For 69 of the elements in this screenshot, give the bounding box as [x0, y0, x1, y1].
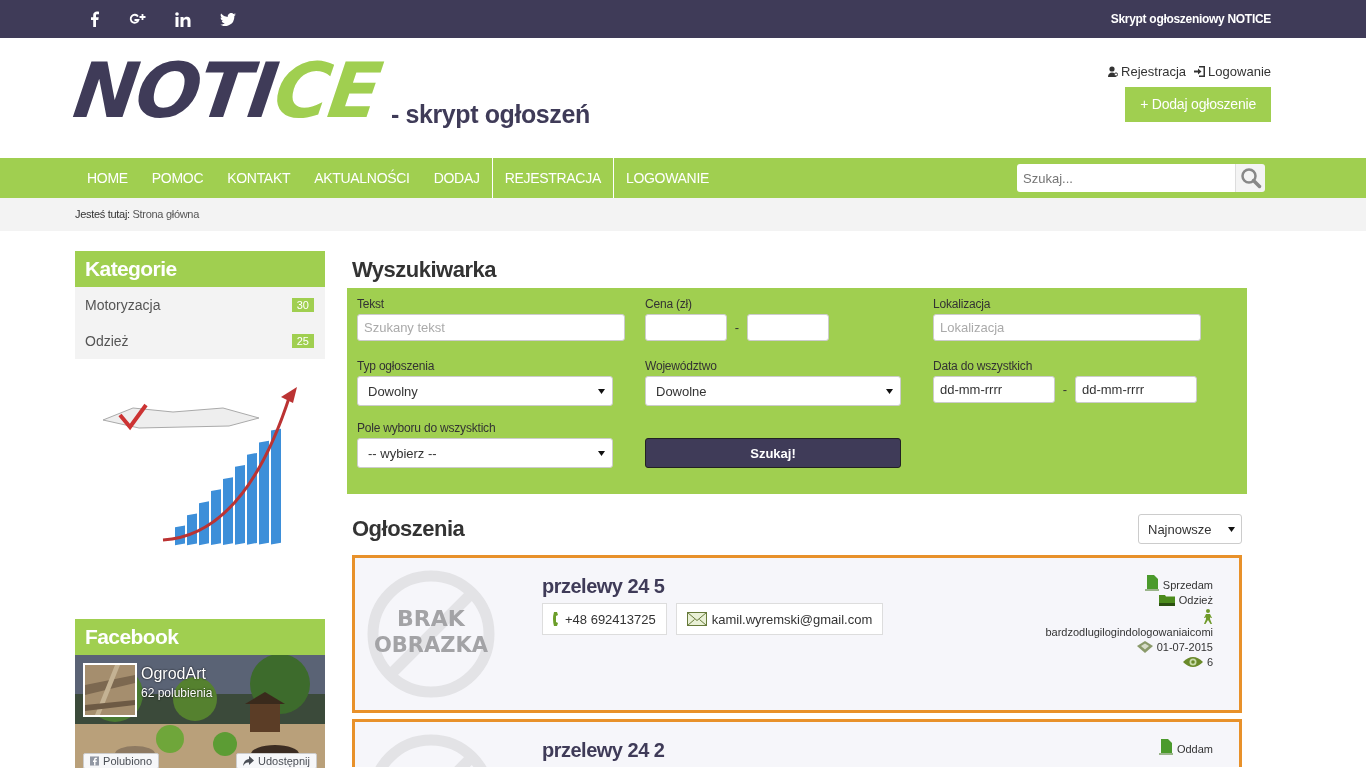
- tagline: - skrypt ogłoszeń: [391, 100, 590, 129]
- date-field[interactable]: dd-mm-rrrr: [1075, 376, 1197, 403]
- dropdown[interactable]: -- wybierz --: [357, 438, 613, 468]
- date-field[interactable]: dd-mm-rrrr: [933, 376, 1055, 403]
- price-to-field[interactable]: [747, 314, 829, 341]
- sign-in-icon: [1194, 66, 1206, 77]
- listing-title[interactable]: przelewy 24 2: [542, 739, 665, 761]
- eye-icon: [1182, 656, 1203, 668]
- linkedin-icon[interactable]: [175, 11, 191, 27]
- listing-title[interactable]: przelewy 24 5: [542, 575, 665, 597]
- facebook-heading: Facebook: [75, 619, 325, 655]
- listing-type: Sprzedam: [1162, 579, 1213, 591]
- search-button[interactable]: Szukaj!: [645, 438, 901, 468]
- listing-user[interactable]: bardzodlugilogindologowaniaicomi: [1045, 626, 1213, 638]
- facebook-icon[interactable]: [90, 11, 99, 27]
- search-field[interactable]: Szukaj...: [1017, 164, 1235, 192]
- breadcrumb-label: Jesteś tutaj:: [75, 208, 130, 220]
- field-label: Województwo: [645, 359, 718, 375]
- count-badge: 25: [291, 334, 314, 348]
- person-icon: [1203, 609, 1213, 624]
- price-from-field[interactable]: [645, 314, 727, 341]
- twitter-icon[interactable]: [220, 12, 236, 26]
- search-heading: Wyszukiwarka: [352, 257, 498, 283]
- envelope-icon: [686, 612, 707, 626]
- dropdown[interactable]: Dowolne: [645, 376, 901, 406]
- caret-icon: [886, 388, 893, 394]
- listing-card[interactable]: przelewy 24 2 Oddam: [352, 719, 1242, 767]
- site-name: Skrypt ogłoszeniowy NOTICE: [1110, 12, 1271, 26]
- listing-card[interactable]: BRAK OBRAZKA przelewy 24 5 +48 692413725 kamil.wyremski@gmail.com Sprzedam Odzież bardzodlugilogindologowaniaicomi 01-07-2015 6: [352, 555, 1242, 713]
- phone-icon: [553, 612, 560, 626]
- user-icon: [1108, 66, 1119, 77]
- category-item[interactable]: Odzież 25: [75, 323, 325, 359]
- search-icon: [1239, 167, 1262, 189]
- dropdown[interactable]: Dowolny: [357, 376, 613, 406]
- caret-icon: [1228, 526, 1235, 532]
- google-plus-icon[interactable]: [128, 11, 146, 27]
- text-field[interactable]: Lokalizacja: [933, 314, 1201, 341]
- categories-heading: Kategorie: [75, 251, 325, 287]
- view-count: 6: [1206, 656, 1213, 668]
- email-address[interactable]: kamil.wyremski@gmail.com: [675, 603, 884, 635]
- document-icon: [1158, 739, 1173, 755]
- category-item[interactable]: Motoryzacja 30: [75, 287, 325, 323]
- listing-type: Oddam: [1176, 743, 1213, 755]
- search-button[interactable]: [1235, 164, 1265, 192]
- text-field[interactable]: Szukany tekst: [357, 314, 625, 341]
- login-link[interactable]: Logowanie: [1194, 64, 1271, 79]
- range-dash: -: [1061, 382, 1069, 397]
- register-link[interactable]: Rejestracja: [1108, 64, 1187, 79]
- field-label: Pole wyboru do wszysktich: [357, 421, 497, 437]
- breadcrumb-link[interactable]: Strona główna: [132, 208, 199, 220]
- field-label: Lokalizacja: [933, 297, 992, 313]
- calendar-icon: [1136, 641, 1153, 653]
- field-label: Data do wszystkich: [933, 359, 1034, 375]
- document-icon: [1144, 575, 1159, 591]
- listings-heading: Ogłoszenia: [352, 516, 465, 542]
- caret-icon: [598, 450, 605, 456]
- listing-category[interactable]: Odzież: [1178, 594, 1213, 606]
- range-dash: -: [733, 320, 741, 335]
- field-label: Tekst: [357, 297, 385, 313]
- field-label: Cena (zł): [645, 297, 693, 313]
- listing-date: 01-07-2015: [1156, 641, 1213, 653]
- count-badge: 30: [291, 298, 314, 312]
- logo[interactable]: NOTICE: [69, 52, 385, 130]
- caret-icon: [598, 388, 605, 394]
- folder-icon: [1158, 594, 1175, 606]
- field-label: Typ ogłoszenia: [357, 359, 436, 375]
- sort-dropdown[interactable]: Najnowsze: [1138, 514, 1242, 544]
- no-image-placeholder: BRAK OBRAZKA: [366, 569, 496, 699]
- phone-number: +48 692413725: [542, 603, 667, 635]
